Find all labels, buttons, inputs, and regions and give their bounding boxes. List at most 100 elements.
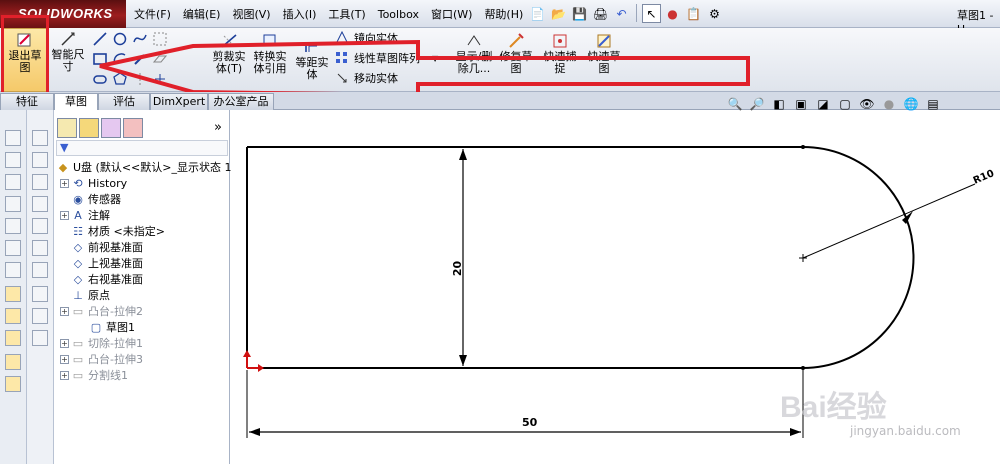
mirror-entities-row[interactable]: 镜向实体 [334, 30, 398, 46]
arc-icon[interactable] [112, 51, 128, 67]
fillet-icon[interactable] [32, 174, 48, 190]
tree-item[interactable]: + ▭ 分割线1 [60, 367, 128, 383]
reference-icon[interactable] [32, 330, 48, 346]
extrude-icon[interactable] [5, 130, 21, 146]
menu-toolbox[interactable]: Toolbox [372, 8, 425, 21]
sketch-icon[interactable] [5, 286, 21, 302]
repair-sketch-button[interactable]: 修复草图 [497, 30, 535, 88]
loft-icon[interactable] [5, 196, 21, 212]
rebuild-icon[interactable]: ● [663, 4, 682, 23]
property-manager-tab-icon[interactable] [79, 118, 99, 138]
expand-toggle-icon[interactable]: + [60, 210, 69, 220]
tab-sketch[interactable]: 草图 [54, 93, 98, 110]
offset-entities-button[interactable]: 等距实体 [291, 36, 333, 86]
boundary-icon[interactable] [5, 218, 21, 234]
menu-window[interactable]: 窗口(W) [425, 6, 478, 22]
dome-icon[interactable] [32, 308, 48, 324]
scene-icon[interactable]: 🌐 [903, 96, 919, 112]
draft-icon[interactable] [32, 240, 48, 256]
move-entities-row[interactable]: 移动实体 [334, 70, 398, 86]
menu-tools[interactable]: 工具(T) [322, 6, 371, 22]
hide-show-icon[interactable]: 👁 [859, 96, 875, 112]
view-settings-icon[interactable]: ▤ [925, 96, 941, 112]
smart-dim-icon[interactable] [5, 308, 21, 324]
cut-icon[interactable] [5, 240, 21, 256]
line-icon[interactable] [92, 31, 108, 47]
tree-item[interactable]: +◇前视基准面 [60, 239, 143, 255]
pattern-icon[interactable] [32, 130, 48, 146]
relations-strip-icon[interactable] [5, 330, 21, 346]
tree-item[interactable]: + ▭ 凸台-拉伸2 [60, 303, 143, 319]
appearance-tab-icon[interactable] [123, 118, 143, 138]
tab-office-products[interactable]: 办公室产品 [208, 93, 274, 110]
open-folder-icon[interactable]: 📂 [549, 4, 568, 23]
display-style-icon[interactable]: ▢ [837, 96, 853, 112]
previous-view-icon[interactable]: ◧ [771, 96, 787, 112]
zoom-to-fit-icon[interactable]: 🔍 [727, 96, 743, 112]
dim-width-label[interactable]: 50 [522, 416, 537, 429]
new-doc-icon[interactable]: 📄 [528, 4, 547, 23]
trim-entities-button[interactable]: 剪裁实体(T) [212, 30, 246, 88]
smart-dimension-button[interactable]: 智能尺寸 [49, 28, 87, 92]
view-orientation-icon[interactable]: ◪ [815, 96, 831, 112]
menu-file[interactable]: 文件(F) [128, 6, 177, 22]
spline-icon[interactable] [132, 31, 148, 47]
wrap-icon[interactable] [32, 286, 48, 302]
convert-entities-button[interactable]: 转换实体引用 [250, 30, 290, 88]
slot-icon[interactable] [92, 71, 108, 87]
file-properties-icon[interactable]: 📋 [684, 4, 703, 23]
zoom-area-icon[interactable]: 🔎 [749, 96, 765, 112]
polygon-icon[interactable] [112, 71, 128, 87]
tree-item[interactable]: +⊥原点 [60, 287, 110, 303]
shell-icon[interactable] [5, 262, 21, 278]
options-icon[interactable]: ⚙ [705, 4, 724, 23]
appearance-icon[interactable]: ● [881, 96, 897, 112]
point-grid-icon[interactable] [152, 31, 168, 47]
expand-toggle-icon[interactable]: + [60, 306, 69, 316]
show-delete-relations-button[interactable]: 显示/删除几... [454, 30, 494, 88]
circle-icon[interactable] [112, 31, 128, 47]
tree-item[interactable]: + ▭ 凸台-拉伸3 [60, 351, 143, 367]
menu-edit[interactable]: 编辑(E) [177, 6, 227, 22]
menu-help[interactable]: 帮助(H) [478, 6, 529, 22]
tree-item[interactable]: +◉传感器 [60, 191, 121, 207]
undo-icon[interactable]: ↶ [612, 4, 631, 23]
dim-height-label[interactable]: 20 [451, 261, 464, 276]
tree-item[interactable]: + ⟲ History [60, 175, 127, 191]
hole-icon[interactable] [32, 262, 48, 278]
tree-item[interactable]: + A 注解 [60, 207, 110, 223]
expand-panel-icon[interactable]: » [214, 120, 222, 135]
tab-evaluate[interactable]: 评估 [98, 93, 150, 110]
tab-dimxpert[interactable]: DimXpert [150, 93, 208, 110]
chamfer-icon[interactable] [32, 196, 48, 212]
sketch-point-icon[interactable] [152, 71, 168, 87]
expand-toggle-icon[interactable]: + [60, 354, 69, 364]
rapid-sketch-button[interactable]: 快速草图 [585, 30, 623, 88]
tree-item[interactable]: + ▭ 切除-拉伸1 [60, 335, 143, 351]
print-icon[interactable]: 🖨 [591, 4, 610, 23]
rib-icon[interactable] [32, 218, 48, 234]
tab-features[interactable]: 特征 [0, 93, 54, 110]
save-icon[interactable]: 💾 [570, 4, 589, 23]
linear-pattern-row[interactable]: 线性草图阵列 ▼ [334, 50, 438, 66]
expand-toggle-icon[interactable]: + [60, 178, 69, 188]
select-icon[interactable]: ↖ [642, 4, 661, 23]
tree-filter[interactable]: ▼ [56, 140, 228, 156]
section-view-icon[interactable]: ▣ [793, 96, 809, 112]
layer-icon[interactable] [5, 354, 21, 370]
menu-view[interactable]: 视图(V) [226, 6, 276, 22]
centerline-icon[interactable] [132, 71, 148, 87]
feature-tree-tab-icon[interactable] [57, 118, 77, 138]
configuration-tab-icon[interactable] [101, 118, 121, 138]
expand-toggle-icon[interactable]: + [60, 338, 69, 348]
revolve-icon[interactable] [5, 152, 21, 168]
expand-toggle-icon[interactable]: + [60, 370, 69, 380]
tree-item[interactable]: +☷材质 <未指定> [60, 223, 165, 239]
mirror-strip-icon[interactable] [32, 152, 48, 168]
quick-snaps-button[interactable]: 快速捕捉 [541, 30, 579, 88]
tree-item[interactable]: +◇上视基准面 [60, 255, 143, 271]
menu-insert[interactable]: 插入(I) [277, 6, 323, 22]
tree-item[interactable]: +◇右视基准面 [60, 271, 143, 287]
chevron-down-icon[interactable]: ▼ [432, 54, 438, 63]
plane-icon[interactable] [152, 51, 168, 67]
